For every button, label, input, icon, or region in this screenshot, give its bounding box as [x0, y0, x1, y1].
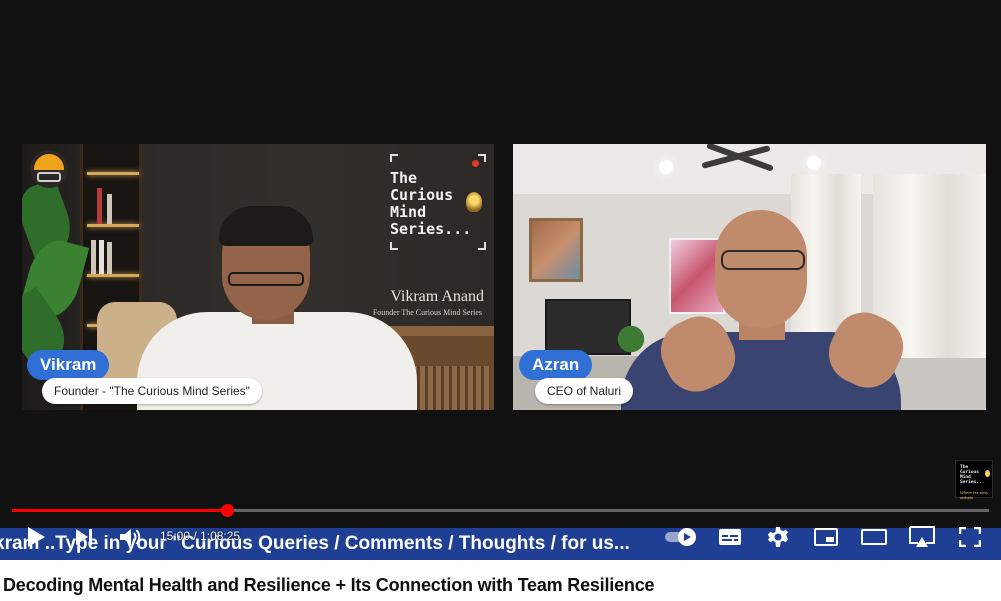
- video-title: Decoding Mental Health and Resilience + …: [3, 575, 655, 595]
- presenter-hair: [219, 206, 313, 246]
- ceiling-light: [807, 156, 821, 170]
- progress-played: [12, 509, 228, 512]
- duration-time: 1:08:25: [200, 529, 241, 543]
- wall-painting: [529, 218, 583, 282]
- subtitles-icon: [719, 529, 741, 545]
- time-separator: /: [193, 529, 197, 543]
- autoplay-toggle-icon: [665, 528, 696, 546]
- video-panel-left: The Curious Mind Series... Vikram Anand …: [22, 144, 494, 410]
- series-logo: The Curious Mind Series...: [390, 154, 486, 250]
- subtitles-button[interactable]: [716, 523, 744, 551]
- video-panel-right: Azran CEO of Naluri: [513, 144, 986, 410]
- presenter-glasses: [228, 272, 304, 286]
- ceiling-light: [659, 160, 673, 174]
- current-time: 15:00: [160, 529, 191, 543]
- autoplay-toggle[interactable]: [662, 523, 700, 551]
- role-tag-left: Founder - "The Curious Mind Series": [42, 378, 262, 404]
- play-button[interactable]: [22, 523, 50, 551]
- record-dot-icon: [472, 160, 479, 167]
- watermark-tagline: Where the story unfolds: [960, 490, 989, 500]
- settings-button[interactable]: [764, 523, 792, 551]
- volume-button[interactable]: [116, 523, 144, 551]
- cast-icon: [909, 526, 935, 547]
- miniplayer-button[interactable]: [812, 523, 840, 551]
- cast-button[interactable]: [906, 523, 938, 551]
- sofa: [893, 358, 986, 410]
- name-tag-left: Vikram: [27, 350, 110, 380]
- series-logo-text: The Curious Mind Series...: [390, 169, 472, 238]
- theater-mode-button[interactable]: [858, 523, 890, 551]
- presenter-name-script: Vikram Anand: [390, 288, 484, 305]
- time-display: 15:00 / 1:08:25: [160, 528, 240, 544]
- channel-watermark[interactable]: The Curious Mind Series... Where the sto…: [955, 460, 993, 500]
- ticker-banner: kram ..Type in your "Curious Queries / C…: [0, 528, 664, 560]
- name-tag-right: Azran: [519, 350, 593, 380]
- guest-glasses: [721, 250, 805, 270]
- settings-icon: [768, 527, 788, 547]
- fullscreen-icon: [959, 527, 981, 547]
- role-tag-right: CEO of Naluri: [535, 378, 634, 404]
- watermark-text: The Curious Mind Series...: [960, 465, 985, 485]
- next-button[interactable]: [70, 523, 98, 551]
- next-icon: [76, 529, 92, 545]
- miniplayer-icon: [814, 528, 838, 546]
- fullscreen-button[interactable]: [956, 523, 984, 551]
- series-badge-icon: [30, 150, 68, 188]
- lightbulb-icon: [466, 192, 482, 212]
- progress-bar[interactable]: [12, 504, 989, 517]
- play-icon: [28, 527, 45, 547]
- volume-icon: [120, 529, 141, 545]
- video-player[interactable]: The Curious Mind Series... Vikram Anand …: [0, 0, 1001, 560]
- theater-mode-icon: [861, 529, 887, 545]
- presenter-role-small: Founder The Curious Mind Series: [372, 308, 482, 317]
- lightbulb-icon: [985, 470, 990, 477]
- progress-scrubber[interactable]: [221, 504, 235, 517]
